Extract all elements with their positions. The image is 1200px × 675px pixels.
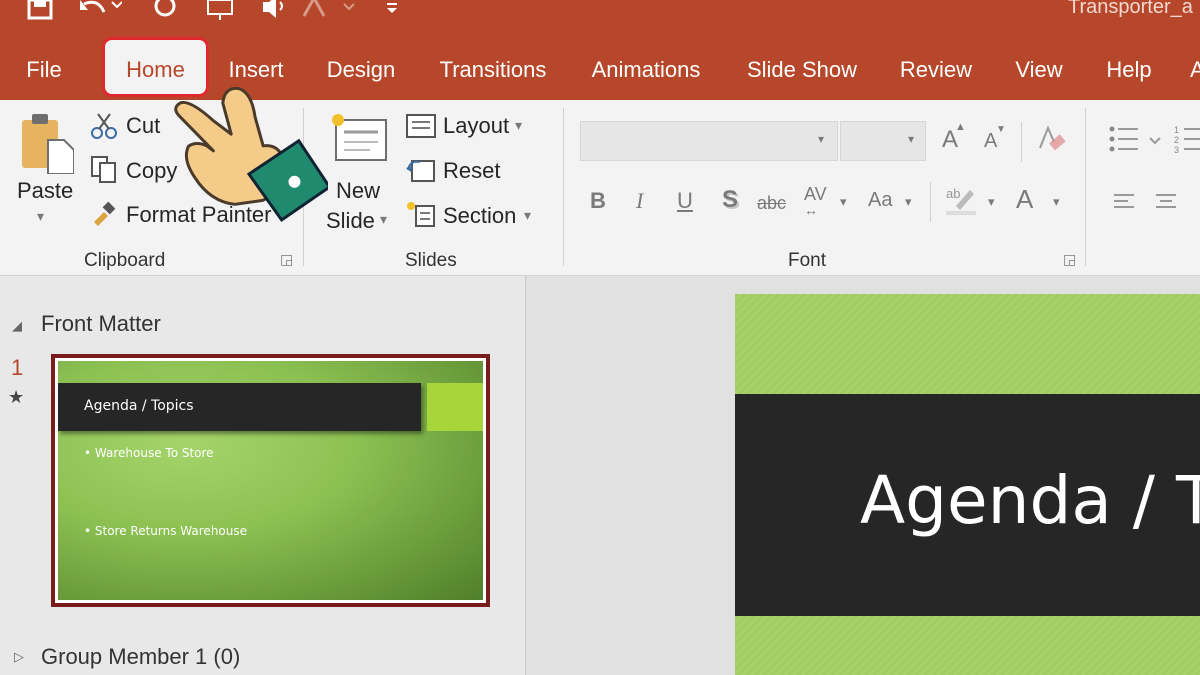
highlight-dropdown-icon[interactable]: ▾ [988,194,995,210]
font-size-dropdown-icon[interactable]: ▾ [908,132,914,146]
spelling-icon[interactable] [300,0,355,22]
slides-group-label: Slides [405,250,457,271]
save-icon[interactable] [20,0,60,22]
tab-design[interactable]: Design [320,52,402,88]
font-name-dropdown-icon[interactable]: ▾ [818,132,824,146]
cut-button[interactable]: Cut [126,113,160,139]
pointing-hand-icon [168,78,332,228]
shrink-font-arrow-icon: ▼ [996,124,1006,135]
align-icons[interactable] [1112,192,1200,212]
font-color-dropdown-icon[interactable]: ▾ [1053,194,1060,210]
paste-icon[interactable] [18,112,75,175]
spacing-arrow-icon: ↔ [804,202,818,218]
section-icon [406,202,436,228]
font-launcher-icon[interactable]: ◲ [1063,251,1076,268]
section-front-matter[interactable]: Front Matter [41,311,161,337]
new-slide-icon[interactable] [328,110,390,166]
shadow-button[interactable]: S [722,186,738,214]
font-color-button[interactable]: A [1016,184,1033,215]
thumbnail-bullet: • Store Returns Warehouse [84,524,248,538]
section-group-member-1[interactable]: Group Member 1 (0) [41,644,240,670]
svg-text:3: 3 [1174,145,1179,155]
change-case-button[interactable]: Aa [868,189,892,212]
tab-overflow[interactable]: A [1190,52,1200,88]
slide-title-text[interactable]: Agenda / T [860,462,1200,539]
bold-button[interactable]: B [590,188,606,214]
italic-button[interactable]: I [636,188,643,214]
clipboard-launcher-icon[interactable]: ◲ [280,251,293,268]
new-slide-label-1[interactable]: New [336,178,380,204]
bullets-icon[interactable]: 1 2 3 [1106,124,1200,156]
font-group-label: Font [788,250,827,271]
grow-font-arrow-icon: ▲ [955,121,966,133]
clipboard-group-label: Clipboard [84,250,166,271]
layout-dropdown-icon[interactable]: ▾ [515,117,522,134]
reset-icon [406,158,436,184]
slide-number: 1 [11,355,24,380]
document-title: Transporter_a [1068,0,1193,18]
section-button[interactable]: Section [443,203,516,229]
present-icon[interactable] [200,0,240,22]
strikethrough-button[interactable]: abc [757,193,786,214]
thumbnail-accent-block [427,383,483,431]
paste-button[interactable]: Paste [17,178,73,204]
clear-formatting-icon[interactable] [1036,124,1066,154]
svg-text:1: 1 [1174,125,1179,135]
speaker-icon[interactable] [254,0,294,22]
tab-view[interactable]: View [1008,52,1070,88]
thumbnail-bullet: • Warehouse To Store [84,446,214,460]
layout-button[interactable]: Layout [443,113,509,139]
tab-file[interactable]: File [20,52,68,88]
tab-slide-show[interactable]: Slide Show [740,52,864,88]
highlight-color-icon[interactable]: ab [944,184,980,216]
group-divider [1085,108,1086,266]
scissors-icon [90,112,118,140]
undo-icon[interactable] [78,0,123,22]
tab-help[interactable]: Help [1098,52,1160,88]
copy-icon [90,155,118,183]
animation-star-icon: ★ [8,387,25,407]
slide-thumbnail[interactable]: Agenda / Topics • Warehouse To Store • S… [51,354,490,607]
tab-review[interactable]: Review [894,52,978,88]
underline-button[interactable]: U [677,188,693,214]
paste-dropdown-icon[interactable]: ▾ [37,208,44,225]
thumbnail-title: Agenda / Topics [84,398,194,414]
reset-button[interactable]: Reset [443,158,500,184]
customize-qat-icon[interactable] [372,0,412,22]
divider [930,182,931,222]
spacing-dropdown-icon[interactable]: ▾ [840,194,847,210]
svg-text:ab: ab [946,186,960,201]
section-collapsed-icon[interactable]: ▷ [14,649,24,665]
layout-icon [406,114,436,138]
tab-animations[interactable]: Animations [582,52,710,88]
redo-icon[interactable] [145,0,185,22]
section-expanded-icon[interactable]: ◢ [12,318,22,334]
tab-transitions[interactable]: Transitions [432,52,554,88]
format-painter-icon [90,200,118,228]
font-name-combobox[interactable] [580,121,838,161]
new-slide-dropdown-icon[interactable]: ▾ [380,211,387,228]
svg-text:2: 2 [1174,135,1179,145]
section-dropdown-icon[interactable]: ▾ [524,207,531,224]
new-slide-label-2[interactable]: Slide [326,208,375,234]
divider [1021,122,1022,162]
change-case-dropdown-icon[interactable]: ▾ [905,194,912,210]
group-divider [563,108,564,266]
